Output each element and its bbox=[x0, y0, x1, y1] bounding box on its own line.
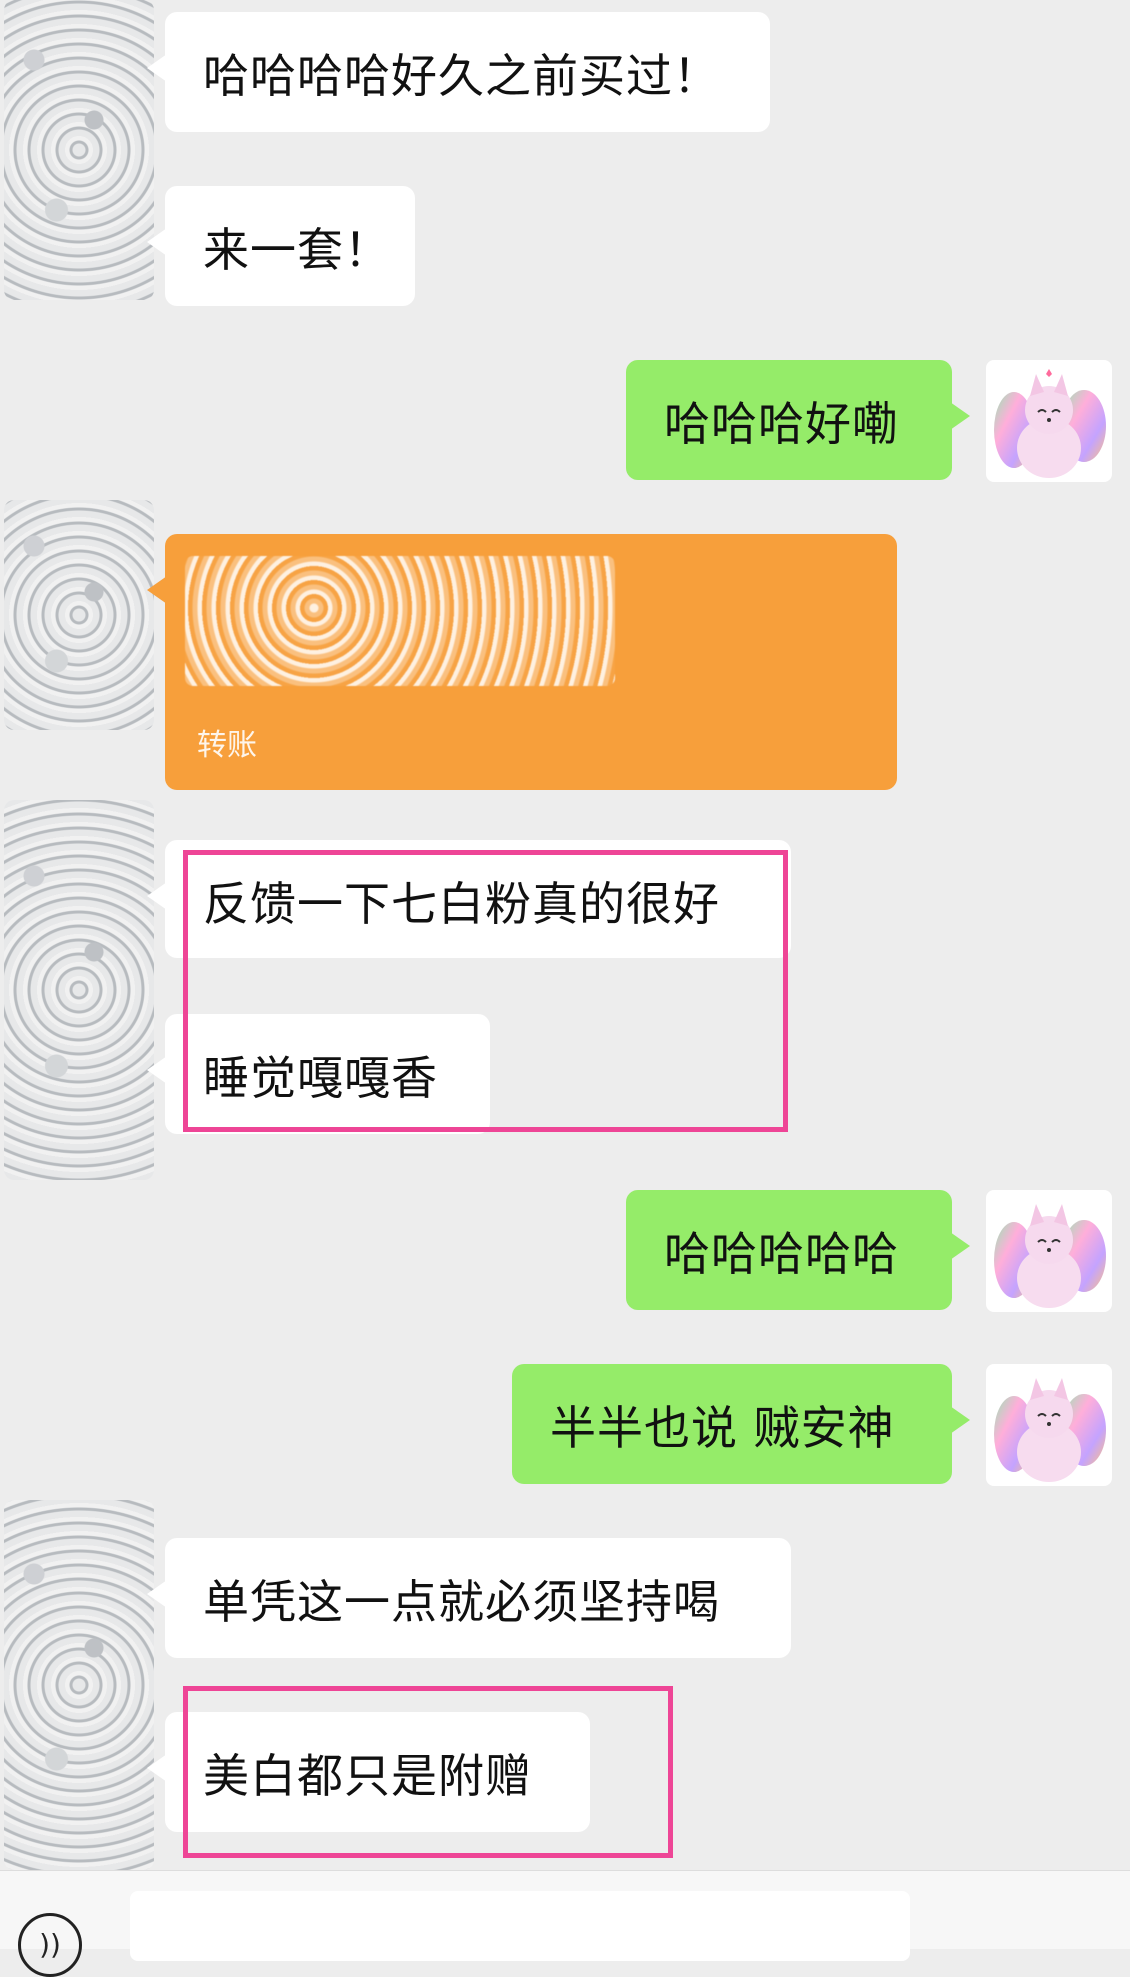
voice-icon[interactable]: )) bbox=[18, 1913, 82, 1977]
contact-avatar-blurred-1[interactable] bbox=[4, 0, 154, 300]
message-text: 单凭这一点就必须坚持喝 bbox=[203, 1575, 720, 1629]
message-bubble-outgoing[interactable]: 半半也说 贼安神 bbox=[512, 1364, 970, 1484]
highlight-box-2 bbox=[183, 1686, 673, 1858]
message-text: 哈哈哈哈哈 bbox=[664, 1227, 899, 1281]
chat-input-bar: )) bbox=[0, 1870, 1130, 1977]
contact-avatar-blurred-2[interactable] bbox=[4, 500, 154, 730]
message-bubble-outgoing[interactable]: 哈哈哈好嘞 bbox=[626, 360, 970, 480]
message-text: 哈哈哈哈好久之前买过！ bbox=[203, 49, 720, 103]
message-text: 半半也说 贼安神 bbox=[550, 1401, 895, 1455]
highlight-box-1 bbox=[183, 850, 788, 1132]
message-input[interactable] bbox=[130, 1891, 910, 1961]
my-avatar[interactable] bbox=[986, 1190, 1112, 1312]
contact-avatar-blurred-3[interactable] bbox=[4, 800, 154, 1180]
transfer-card[interactable]: 转账 bbox=[147, 534, 897, 790]
message-bubble-incoming[interactable]: 哈哈哈哈好久之前买过！ bbox=[147, 12, 770, 132]
fox-avatar-icon bbox=[994, 1378, 1106, 1482]
message-text: 哈哈哈好嘞 bbox=[664, 397, 899, 451]
fox-avatar-icon bbox=[994, 1204, 1106, 1308]
transfer-amount-blurred bbox=[185, 556, 615, 686]
fox-avatar-icon bbox=[994, 369, 1106, 478]
my-avatar[interactable] bbox=[986, 360, 1112, 482]
message-text: 来一套！ bbox=[203, 223, 391, 277]
my-avatar[interactable] bbox=[986, 1364, 1112, 1486]
contact-avatar-blurred-4[interactable] bbox=[4, 1500, 154, 1870]
message-bubble-outgoing[interactable]: 哈哈哈哈哈 bbox=[626, 1190, 970, 1310]
transfer-label: 转账 bbox=[197, 728, 257, 763]
message-bubble-incoming[interactable]: 来一套！ bbox=[147, 186, 415, 306]
message-bubble-incoming[interactable]: 单凭这一点就必须坚持喝 bbox=[147, 1538, 791, 1658]
